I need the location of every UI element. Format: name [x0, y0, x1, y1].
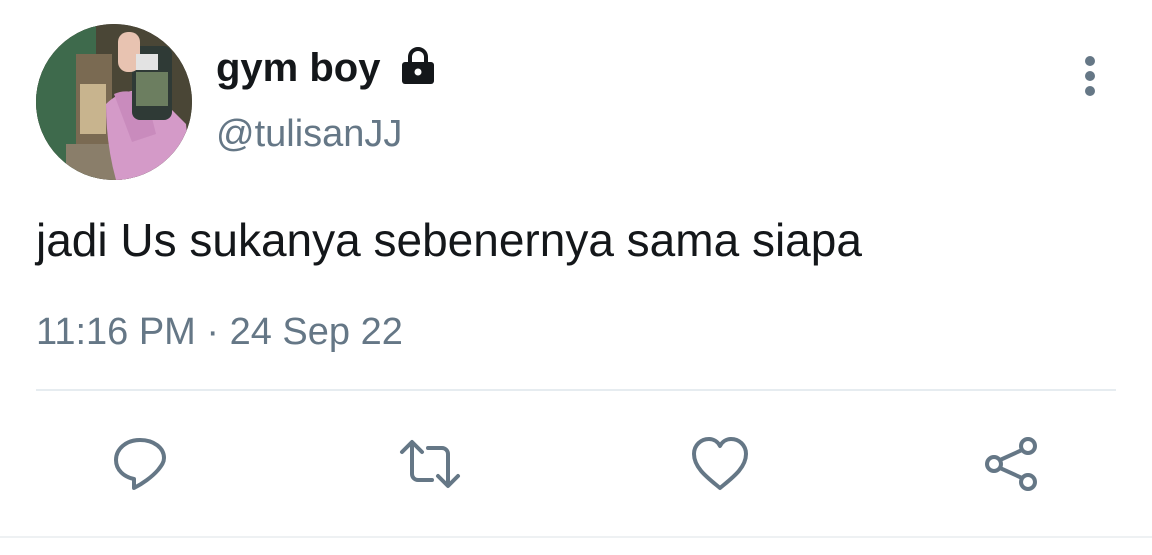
like-button[interactable] [688, 432, 752, 496]
share-button[interactable] [980, 432, 1044, 496]
reply-button[interactable] [108, 432, 172, 496]
avatar[interactable] [36, 24, 192, 180]
share-icon [985, 437, 1037, 491]
bottom-divider [0, 536, 1152, 538]
tweet-card: gym boy @tulisanJJ jadi Us sukanya seben… [0, 0, 1152, 555]
divider [36, 389, 1116, 391]
lock-icon [402, 47, 434, 84]
more-vertical-icon[interactable] [1068, 52, 1112, 100]
heart-icon [692, 437, 748, 490]
user-handle[interactable]: @tulisanJJ [216, 112, 402, 156]
retweet-icon [400, 440, 460, 488]
retweet-button[interactable] [398, 432, 462, 496]
reply-icon [114, 438, 166, 490]
tweet-text: jadi Us sukanya sebenernya sama siapa [36, 214, 862, 266]
display-name[interactable]: gym boy [216, 44, 380, 92]
tweet-timestamp[interactable]: 11:16 PM · 24 Sep 22 [36, 308, 403, 356]
